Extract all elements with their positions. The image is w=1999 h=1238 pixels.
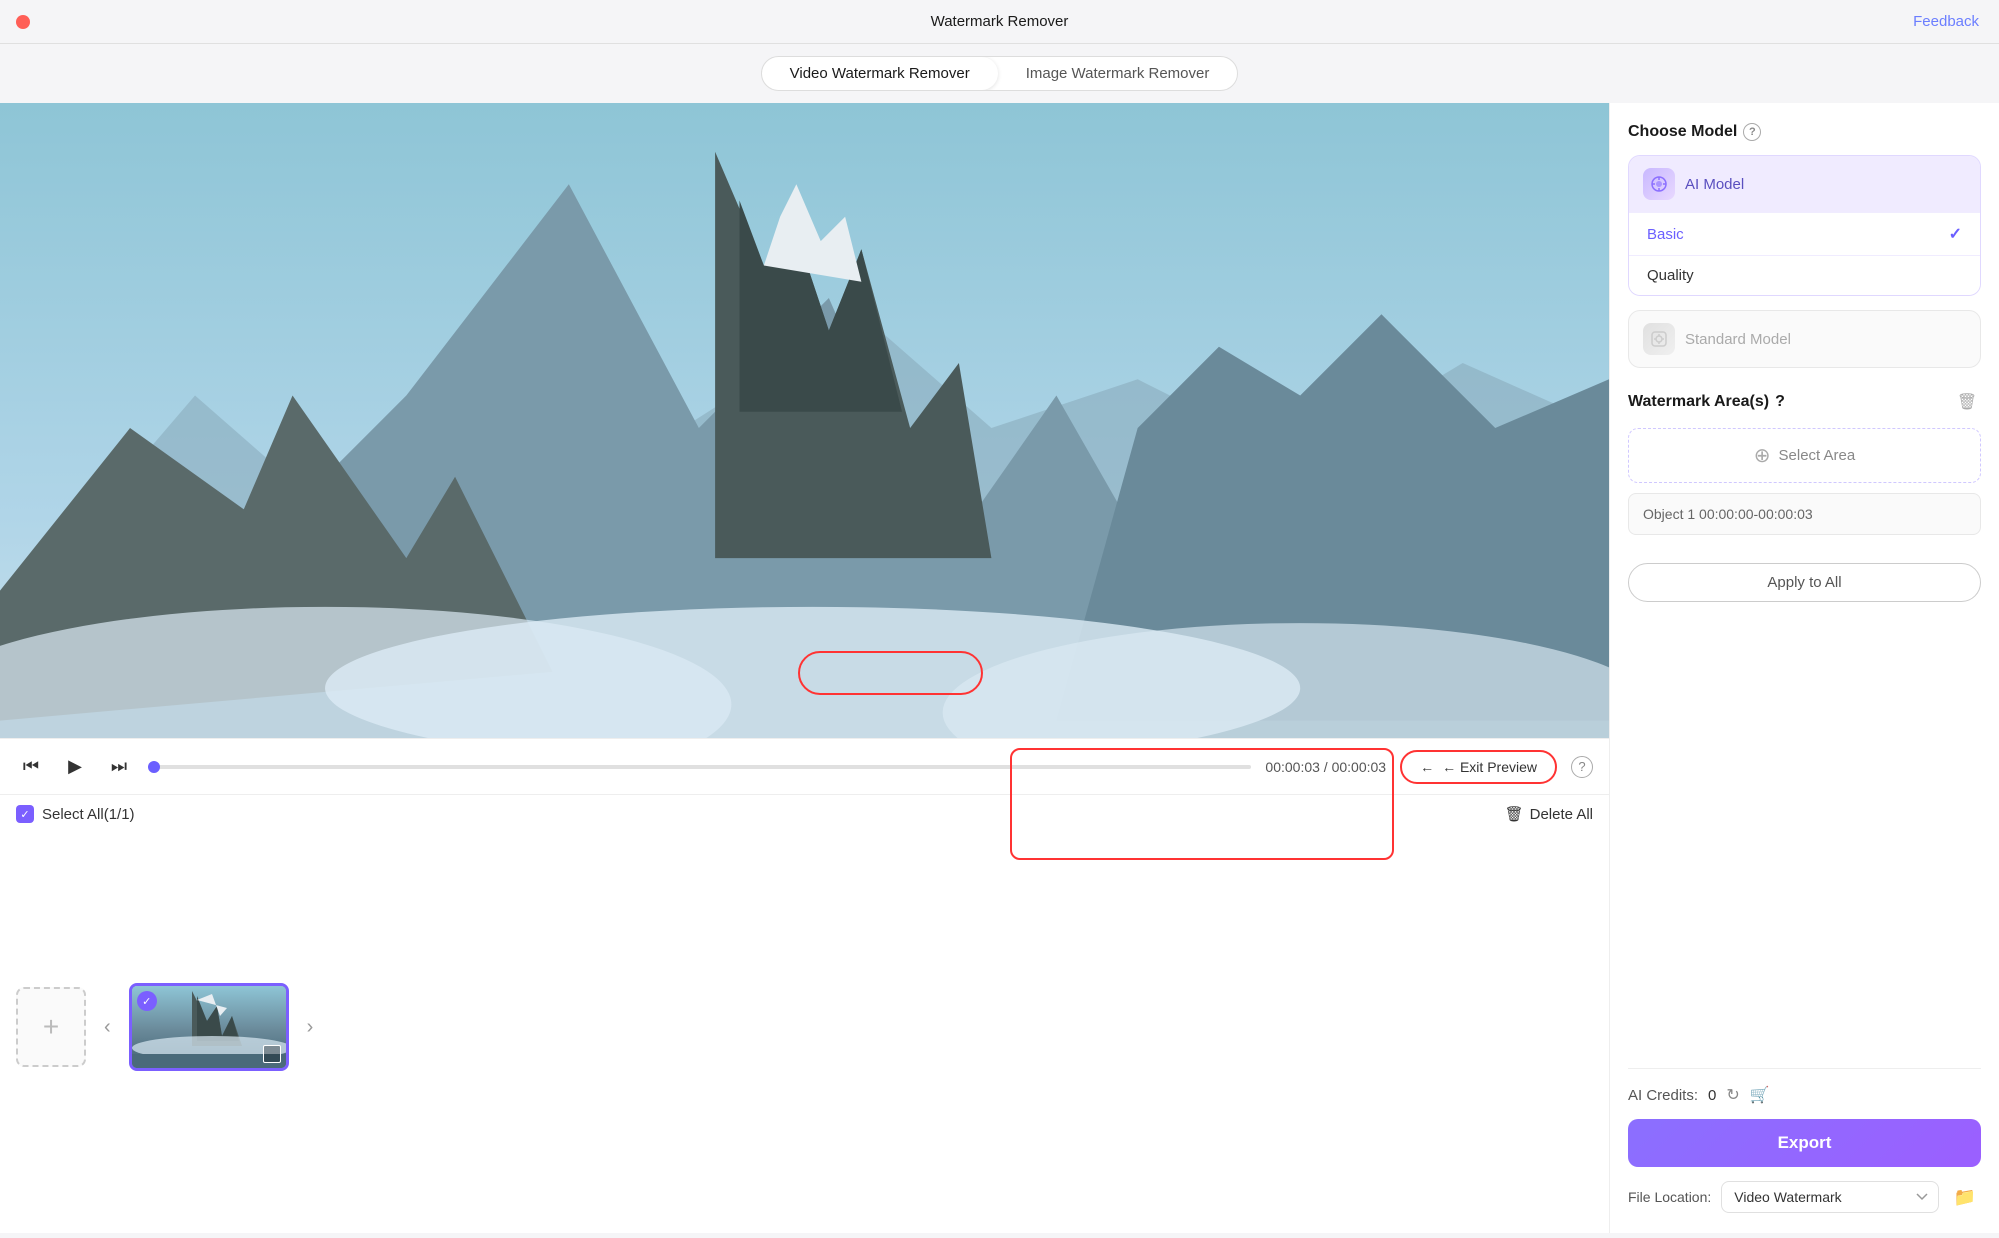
model-help-icon[interactable]: ?	[1743, 123, 1761, 141]
nav-left-button[interactable]: ‹	[96, 1012, 119, 1043]
tab-video-watermark[interactable]: Video Watermark Remover	[762, 57, 998, 90]
select-area-label: Select Area	[1779, 447, 1856, 464]
model-option-quality[interactable]: Quality	[1629, 255, 1980, 295]
export-button[interactable]: Export	[1628, 1119, 1981, 1167]
right-bottom: AI Credits: 0 ↻ 🛒 Export File Location: …	[1628, 1068, 1981, 1233]
close-button[interactable]	[16, 15, 30, 29]
app-title: Watermark Remover	[931, 13, 1069, 30]
thumb-expand-icon	[263, 1045, 281, 1063]
thumbnail-strip: + ‹	[0, 833, 1609, 1233]
exit-preview-label: ← Exit Preview	[1442, 759, 1537, 775]
step-back-button[interactable]: ⏮	[16, 752, 46, 782]
ai-model-card: AI Model Basic ✓ Quality	[1628, 155, 1981, 296]
bottom-strip: ✓ Select All(1/1) 🗑 Delete All	[0, 794, 1609, 833]
tab-pill: Video Watermark Remover Image Watermark …	[761, 56, 1239, 91]
video-controls: ⏮ ▶ ⏭ 00:00:03 / 00:00:03 ← ← Exit Previ…	[0, 738, 1609, 794]
credits-value: 0	[1708, 1087, 1716, 1104]
help-icon[interactable]: ?	[1571, 756, 1593, 778]
select-area-plus-icon: ⊕	[1754, 443, 1771, 468]
select-area-box[interactable]: ⊕ Select Area	[1628, 428, 1981, 483]
trash-icon: 🗑	[1505, 805, 1524, 823]
video-container[interactable]	[0, 103, 1609, 738]
watermark-title: Watermark Area(s) ?	[1628, 393, 1785, 411]
spacer	[1628, 614, 1981, 1068]
model-options: Basic ✓ Quality	[1629, 212, 1980, 295]
left-panel: ⏮ ▶ ⏭ 00:00:03 / 00:00:03 ← ← Exit Previ…	[0, 103, 1609, 1233]
watermark-help-icon[interactable]: ?	[1775, 393, 1785, 411]
cart-icon[interactable]: 🛒	[1750, 1085, 1770, 1105]
main-layout: ⏮ ▶ ⏭ 00:00:03 / 00:00:03 ← ← Exit Previ…	[0, 103, 1999, 1233]
delete-all-button[interactable]: 🗑 Delete All	[1505, 805, 1593, 823]
refresh-icon[interactable]: ↻	[1726, 1085, 1739, 1105]
select-all-checkbox[interactable]: ✓	[16, 805, 34, 823]
progress-thumb	[148, 761, 160, 773]
step-forward-button[interactable]: ⏭	[104, 752, 134, 782]
apply-to-all-button[interactable]: Apply to All	[1628, 563, 1981, 602]
folder-button[interactable]: 📁	[1949, 1181, 1981, 1213]
ai-model-label: AI Model	[1685, 176, 1744, 193]
ai-model-icon	[1643, 168, 1675, 200]
file-location-row: File Location: Video Watermark 📁	[1628, 1181, 1981, 1213]
nav-right-button[interactable]: ›	[299, 1012, 322, 1043]
thumbnail-item[interactable]: ✓	[129, 983, 289, 1071]
watermark-trash-button[interactable]: 🗑	[1953, 388, 1981, 416]
tab-row: Video Watermark Remover Image Watermark …	[0, 44, 1999, 103]
standard-model-label: Standard Model	[1685, 331, 1791, 348]
watermark-section: Watermark Area(s) ? 🗑 ⊕ Select Area Obje…	[1628, 388, 1981, 535]
time-display: 00:00:03 / 00:00:03	[1265, 759, 1386, 775]
file-location-select[interactable]: Video Watermark	[1721, 1181, 1939, 1213]
feedback-link[interactable]: Feedback	[1913, 13, 1979, 30]
play-button[interactable]: ▶	[60, 752, 90, 782]
model-option-basic[interactable]: Basic ✓	[1629, 212, 1980, 255]
select-all[interactable]: ✓ Select All(1/1)	[16, 805, 135, 823]
standard-model-icon	[1643, 323, 1675, 355]
progress-bar[interactable]	[148, 765, 1251, 769]
choose-model-title: Choose Model ?	[1628, 123, 1981, 141]
exit-preview-button[interactable]: ← ← Exit Preview	[1400, 750, 1557, 784]
thumb-check: ✓	[137, 991, 157, 1011]
ai-model-header: AI Model	[1629, 156, 1980, 212]
right-panel: Choose Model ?	[1609, 103, 1999, 1233]
arrow-left-icon: ←	[1420, 759, 1434, 775]
tab-image-watermark[interactable]: Image Watermark Remover	[998, 57, 1238, 90]
standard-model-card[interactable]: Standard Model	[1628, 310, 1981, 368]
basic-check: ✓	[1949, 224, 1962, 244]
delete-all-label: Delete All	[1530, 806, 1593, 823]
ai-credits-row: AI Credits: 0 ↻ 🛒	[1628, 1085, 1981, 1105]
select-all-label: Select All(1/1)	[42, 806, 135, 823]
add-file-button[interactable]: +	[16, 987, 86, 1067]
watermark-header: Watermark Area(s) ? 🗑	[1628, 388, 1981, 416]
file-location-label: File Location:	[1628, 1189, 1711, 1205]
object-item[interactable]: Object 1 00:00:00-00:00:03	[1628, 493, 1981, 535]
ai-credits-label: AI Credits:	[1628, 1087, 1698, 1104]
title-bar: Watermark Remover Feedback	[0, 0, 1999, 44]
